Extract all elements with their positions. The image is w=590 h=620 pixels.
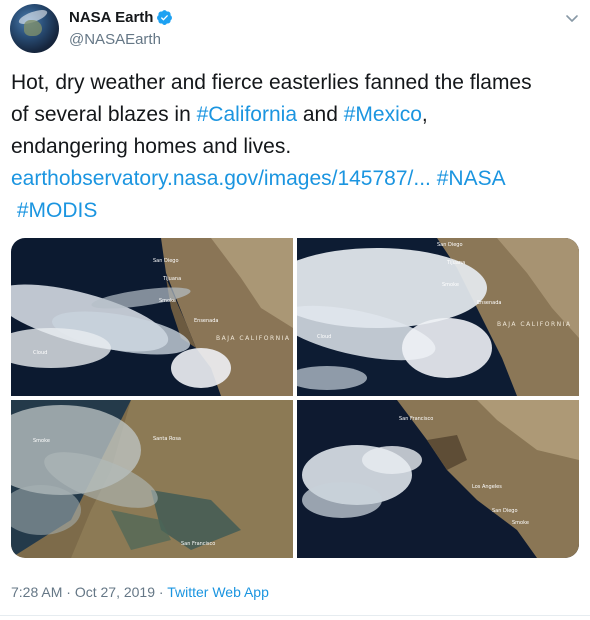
map-label: Smoke — [33, 438, 50, 444]
meta-separator: · — [62, 584, 75, 600]
article-link[interactable]: earthobservatory.nasa.gov/images/145787/… — [11, 167, 431, 190]
tweet-text: Hot, dry weather and fierce easterlies f… — [11, 67, 581, 227]
hashtag-nasa-link[interactable]: #NASA — [437, 167, 506, 190]
map-label: Smoke — [512, 520, 529, 526]
map-label: San Diego — [153, 258, 179, 264]
region-label: BAJA CALIFORNIA — [497, 321, 572, 328]
hashtag-mexico-link[interactable]: #Mexico — [344, 103, 422, 126]
map-label: San Diego — [492, 508, 518, 514]
map-label: Cloud — [33, 350, 47, 356]
region-label: BAJA CALIFORNIA — [216, 335, 291, 342]
tweet-source-link[interactable]: Twitter Web App — [167, 584, 269, 600]
satellite-image-2[interactable]: San Diego Tijuana Smoke Ensenada Cloud B… — [297, 238, 579, 396]
handle[interactable]: @NASAEarth — [69, 31, 161, 48]
divider — [0, 615, 590, 616]
satellite-image-3[interactable]: Smoke Santa Rosa San Francisco — [11, 400, 293, 558]
media-grid: San Diego Tijuana Smoke Ensenada Cloud B… — [11, 238, 579, 558]
tweet-line-1: Hot, dry weather and fierce easterlies f… — [11, 71, 532, 94]
map-label: San Francisco — [181, 541, 215, 547]
map-label: Santa Rosa — [153, 436, 181, 442]
map-label: San Diego — [437, 242, 463, 248]
map-label: San Francisco — [399, 416, 433, 422]
tweet-line-5: #MODIS — [11, 195, 581, 227]
tweet-meta: 7:28 AM · Oct 27, 2019 · Twitter Web App — [11, 584, 269, 600]
tweet-date[interactable]: Oct 27, 2019 — [75, 584, 155, 600]
chevron-down-icon[interactable] — [562, 8, 582, 28]
map-label: Smoke — [442, 282, 459, 288]
hashtag-california-link[interactable]: #California — [197, 103, 297, 126]
map-label: Ensenada — [194, 318, 218, 324]
verified-badge-icon — [157, 10, 172, 25]
tweet-line-4: earthobservatory.nasa.gov/images/145787/… — [11, 163, 581, 195]
avatar[interactable] — [10, 4, 59, 53]
tweet-text-segment: of several blazes in — [11, 103, 197, 126]
map-label: Cloud — [317, 334, 331, 340]
hashtag-modis-link[interactable]: #MODIS — [17, 199, 98, 222]
display-name[interactable]: NASA Earth — [69, 9, 153, 26]
tweet-time[interactable]: 7:28 AM — [11, 584, 62, 600]
avatar-land — [24, 20, 42, 36]
map-label: Los Angeles — [472, 484, 502, 490]
satellite-image-4[interactable]: San Francisco Los Angeles San Diego Smok… — [297, 400, 579, 558]
tweet-text-segment: , — [421, 103, 428, 126]
tweet-card: NASA Earth @NASAEarth Hot, dry weather a… — [0, 0, 590, 620]
map-label: Tijuana — [446, 260, 465, 266]
tweet-line-3: endangering homes and lives. — [11, 135, 292, 158]
tweet-text-segment: and — [297, 103, 344, 126]
tweet-line-2: of several blazes in #California and #Me… — [11, 99, 581, 131]
map-label: Smoke — [159, 298, 176, 304]
map-label: Tijuana — [162, 276, 181, 282]
meta-separator: · — [155, 584, 168, 600]
map-label: Ensenada — [477, 300, 501, 306]
satellite-image-1[interactable]: San Diego Tijuana Smoke Ensenada Cloud B… — [11, 238, 293, 396]
